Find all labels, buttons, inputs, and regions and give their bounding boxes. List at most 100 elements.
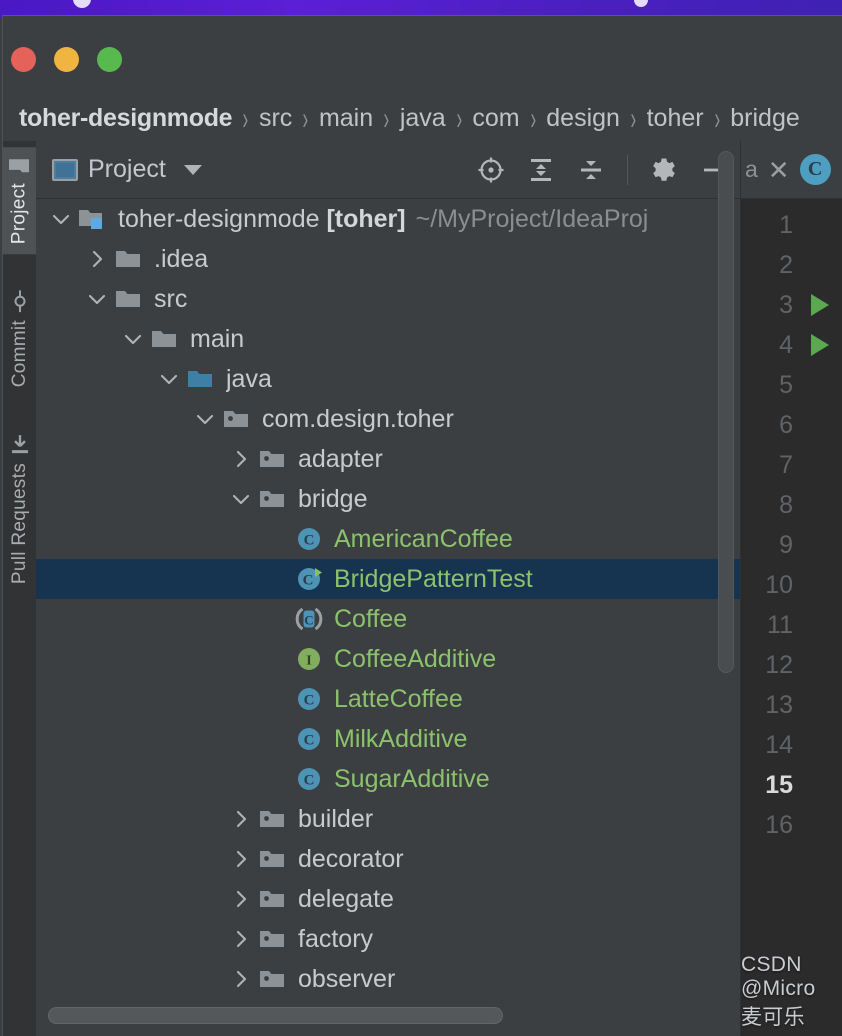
settings-gear-icon[interactable] <box>650 156 678 184</box>
breadcrumb-item-java[interactable]: java <box>400 104 446 133</box>
sidebar-item-pull-requests[interactable]: Pull Requests <box>4 423 36 594</box>
breadcrumb-item-toher[interactable]: toher <box>647 104 704 133</box>
line-number[interactable]: 6 <box>741 411 799 440</box>
editor-line: 2 <box>741 245 842 285</box>
folder-icon <box>114 286 144 312</box>
minimize-window-button[interactable] <box>54 47 79 72</box>
chevron-down-icon[interactable] <box>230 488 252 510</box>
line-number[interactable]: 1 <box>741 211 799 240</box>
breadcrumb-separator: › <box>456 99 462 137</box>
breadcrumb-item-design[interactable]: design <box>546 104 620 133</box>
tree-twist-spacer <box>266 568 288 590</box>
editor-gutter: 1 2 3 4 5 6 7 8 9 10 11 12 13 14 15 16 <box>741 199 842 1036</box>
breadcrumb-separator: › <box>714 99 720 137</box>
line-number[interactable]: 2 <box>741 251 799 280</box>
tree-row-label: MilkAdditive <box>334 724 468 753</box>
tree-row[interactable]: .idea <box>36 239 740 279</box>
editor-line: 11 <box>741 605 842 645</box>
close-icon[interactable]: ✕ <box>768 157 790 183</box>
sidebar-item-commit[interactable]: Commit <box>4 280 36 397</box>
tree-row[interactable]: java <box>36 359 740 399</box>
line-number[interactable]: 11 <box>741 611 799 640</box>
tree-row-path: ~/MyProject/IdeaProj <box>415 204 649 233</box>
tree-row-label: com.design.toher <box>262 404 454 433</box>
tree-horizontal-scrollbar[interactable] <box>48 1007 503 1024</box>
line-number[interactable]: 10 <box>741 571 799 600</box>
chevron-right-icon[interactable] <box>230 808 252 830</box>
tree-row[interactable]: I CoffeeAdditive <box>36 639 740 679</box>
editor-tab-bar: a ✕ C <box>741 141 842 199</box>
line-number[interactable]: 7 <box>741 451 799 480</box>
chevron-down-icon[interactable] <box>86 288 108 310</box>
tree-row[interactable]: C AmericanCoffee <box>36 519 740 559</box>
breadcrumb-item-com[interactable]: com <box>472 104 519 133</box>
line-number[interactable]: 16 <box>741 811 799 840</box>
tree-row[interactable]: C LatteCoffee <box>36 679 740 719</box>
editor-line: 14 <box>741 725 842 765</box>
editor-line: 5 <box>741 365 842 405</box>
maximize-window-button[interactable] <box>97 47 122 72</box>
tree-row[interactable]: src <box>36 279 740 319</box>
editor-tab-label[interactable]: a <box>745 156 758 183</box>
chevron-right-icon[interactable] <box>86 248 108 270</box>
expand-all-icon[interactable] <box>527 156 555 184</box>
tree-row[interactable]: C SugarAdditive <box>36 759 740 799</box>
chevron-right-icon[interactable] <box>230 848 252 870</box>
line-number[interactable]: 8 <box>741 491 799 520</box>
chevron-down-icon[interactable] <box>194 408 216 430</box>
tree-row[interactable]: C Coffee <box>36 599 740 639</box>
tree-row-label: AmericanCoffee <box>334 524 513 553</box>
line-number[interactable]: 14 <box>741 731 799 760</box>
line-number[interactable]: 13 <box>741 691 799 720</box>
editor-line: 1 <box>741 205 842 245</box>
line-number[interactable]: 3 <box>741 291 799 320</box>
sidebar-item-project[interactable]: Project <box>3 147 36 255</box>
chevron-right-icon[interactable] <box>230 448 252 470</box>
tree-row[interactable]: adapter <box>36 439 740 479</box>
select-opened-file-icon[interactable] <box>477 156 505 184</box>
chevron-down-icon[interactable] <box>158 368 180 390</box>
line-number[interactable]: 9 <box>741 531 799 560</box>
pull-request-icon <box>9 433 31 455</box>
chevron-right-icon[interactable] <box>230 928 252 950</box>
chevron-down-icon[interactable] <box>50 208 72 230</box>
java-class-icon[interactable]: C <box>799 154 831 185</box>
editor-line: 12 <box>741 645 842 685</box>
line-number[interactable]: 5 <box>741 371 799 400</box>
tree-row[interactable]: com.design.toher <box>36 399 740 439</box>
tree-row[interactable]: C MilkAdditive <box>36 719 740 759</box>
tree-row[interactable]: factory <box>36 919 740 959</box>
tree-row[interactable]: toher-designmode [toher] ~/MyProject/Idea… <box>36 199 740 239</box>
tree-vertical-scrollbar[interactable] <box>718 151 734 673</box>
collapse-all-icon[interactable] <box>577 156 605 184</box>
breadcrumb-item-main[interactable]: main <box>319 104 373 133</box>
toolbar-separator <box>627 154 628 185</box>
tree-row[interactable]: delegate <box>36 879 740 919</box>
editor-line: 10 <box>741 565 842 605</box>
tree-twist-spacer <box>266 768 288 790</box>
run-arrow-icon[interactable] <box>811 294 829 316</box>
line-number[interactable]: 15 <box>741 771 799 800</box>
run-arrow-icon[interactable] <box>811 334 829 356</box>
chevron-right-icon[interactable] <box>230 888 252 910</box>
tree-row[interactable]: C BridgePatternTest <box>36 559 740 599</box>
tree-row-label: factory <box>298 924 374 953</box>
line-number[interactable]: 12 <box>741 651 799 680</box>
breadcrumb-item-src[interactable]: src <box>259 104 292 133</box>
svg-text:I: I <box>306 654 311 669</box>
package-icon <box>258 926 288 952</box>
tree-row[interactable]: bridge <box>36 479 740 519</box>
tree-row[interactable]: main <box>36 319 740 359</box>
chevron-down-icon[interactable] <box>183 164 202 175</box>
chevron-down-icon[interactable] <box>122 328 144 350</box>
breadcrumb-item-bridge[interactable]: bridge <box>730 104 800 133</box>
project-tree[interactable]: toher-designmode [toher] ~/MyProject/Idea… <box>36 199 740 995</box>
tree-twist-spacer <box>266 528 288 550</box>
breadcrumb-item-toher-designmode[interactable]: toher-designmode <box>19 104 233 133</box>
tree-row[interactable]: decorator <box>36 839 740 879</box>
tree-row[interactable]: observer <box>36 959 740 995</box>
tree-row[interactable]: builder <box>36 799 740 839</box>
chevron-right-icon[interactable] <box>230 968 252 990</box>
close-window-button[interactable] <box>11 47 36 72</box>
line-number[interactable]: 4 <box>741 331 799 360</box>
